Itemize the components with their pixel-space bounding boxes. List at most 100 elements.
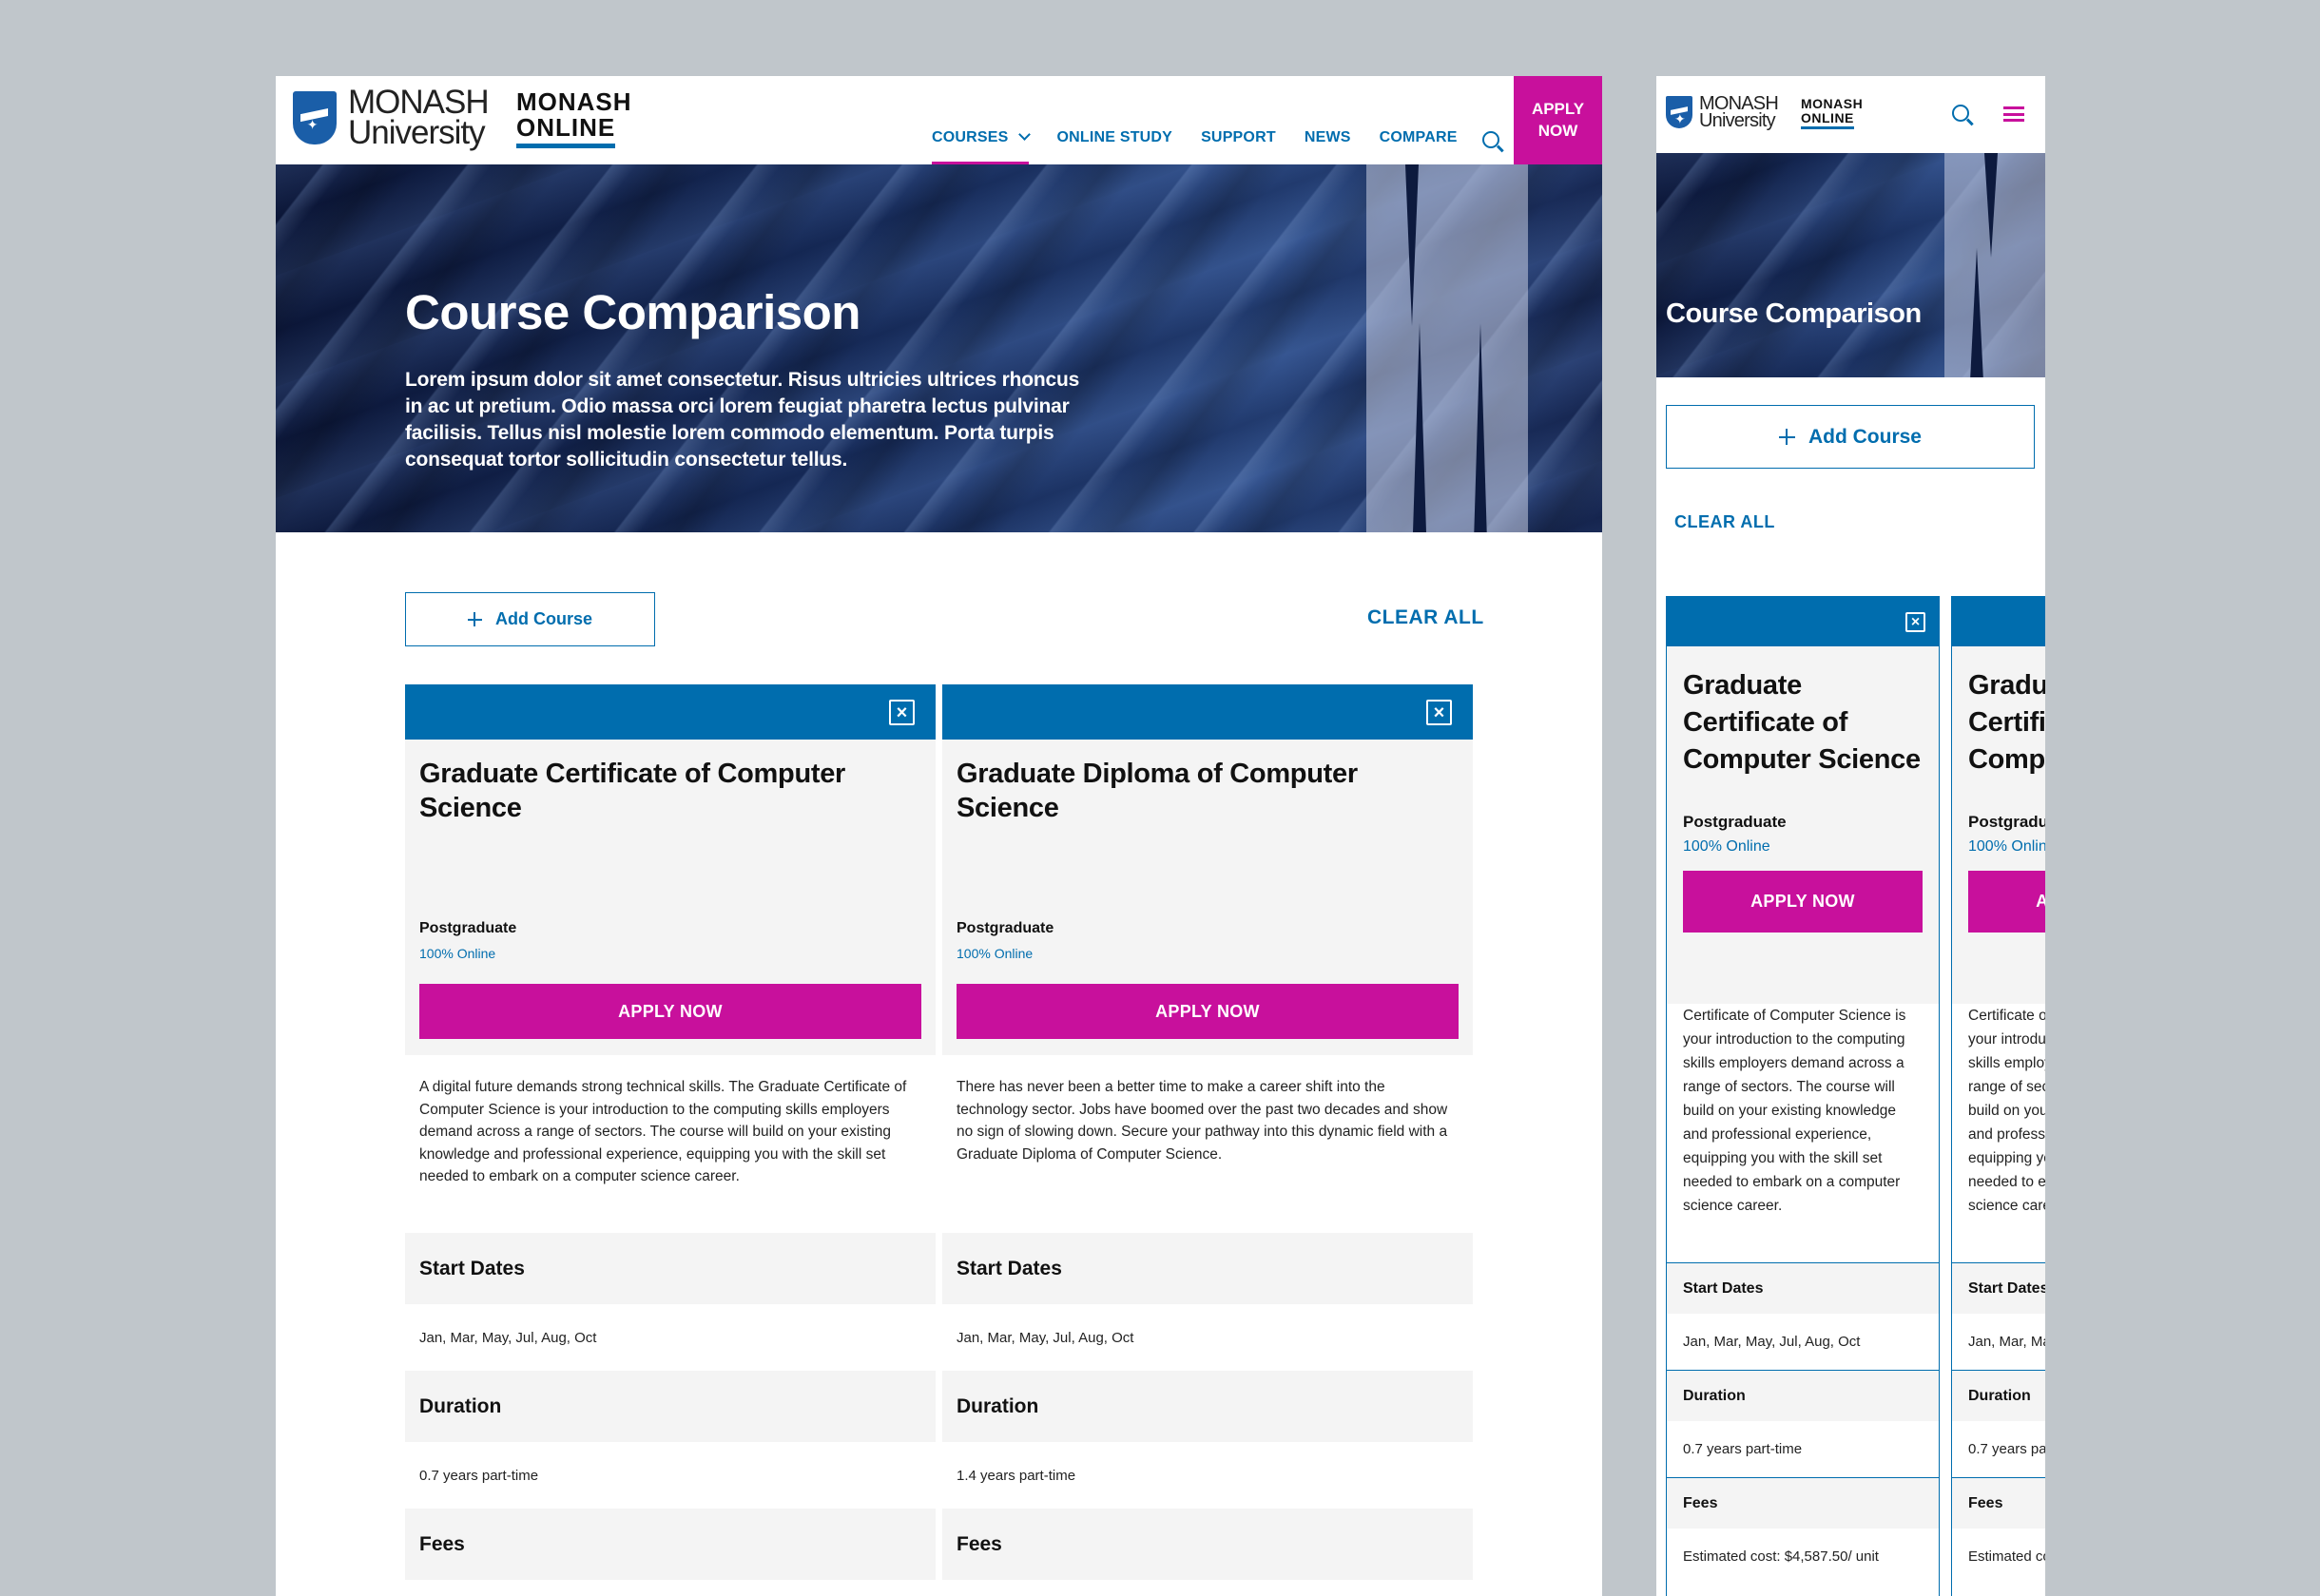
nav-support-label: SUPPORT — [1201, 129, 1276, 145]
fees-heading: Fees — [942, 1509, 1473, 1580]
close-icon[interactable]: × — [1905, 612, 1925, 632]
course-title: Graduate Certificate of Computer Science — [419, 759, 846, 823]
duration-value: 1.4 years part-time — [942, 1442, 1473, 1509]
plus-icon — [1778, 429, 1795, 445]
apply-line-2: NOW — [1537, 121, 1578, 140]
card-summary: Graduate Certificate of Computer Science… — [1952, 646, 2045, 1004]
fees-heading: Fees — [1952, 1478, 2045, 1529]
nav-support[interactable]: SUPPORT — [1201, 129, 1276, 164]
start-dates-value: Jan, Mar, May, Jul, Aug, Oct — [1667, 1314, 1939, 1370]
desktop-frame: MONASH University MONASH ONLINE COURSES … — [276, 76, 1602, 1596]
plus-icon — [467, 612, 482, 626]
course-level: Postgraduate — [957, 920, 1054, 936]
nav-courses[interactable]: COURSES — [932, 128, 1031, 164]
nav-news[interactable]: NEWS — [1305, 129, 1351, 164]
apply-now-button[interactable]: APPLY NOW — [1683, 871, 1923, 933]
start-dates-value: Jan, Mar, May, Jul, Aug, Oct — [942, 1304, 1473, 1371]
card-summary: Graduate Diploma of Computer Science Pos… — [942, 740, 1473, 1055]
course-mode: 100% Online — [419, 946, 496, 961]
search-icon[interactable] — [1952, 105, 1969, 122]
course-title: Graduate Diploma of Computer Science — [957, 759, 1358, 823]
hero-decor — [1405, 164, 1419, 326]
apply-now-button[interactable]: APPLY NOW — [957, 984, 1459, 1039]
nav-news-label: NEWS — [1304, 129, 1351, 145]
nav-compare-label: COMPARE — [1379, 129, 1458, 145]
close-icon[interactable]: × — [889, 700, 915, 725]
add-course-label: Add Course — [494, 609, 592, 628]
nav-online-study-label: ONLINE STUDY — [1056, 129, 1173, 145]
hero-decor — [1970, 248, 1983, 377]
hamburger-menu-icon[interactable] — [2003, 106, 2024, 122]
course-level: Postgraduate — [1683, 813, 1787, 831]
course-level: Postgraduate — [419, 920, 517, 936]
nav-courses-label: COURSES — [932, 129, 1009, 145]
fees-value: Estimated cost: $4,587.50/ unit — [1952, 1529, 2045, 1585]
course-mode: 100% Online — [1683, 838, 1770, 855]
chevron-down-icon — [1017, 128, 1031, 141]
clear-all-link[interactable]: CLEAR ALL — [1367, 606, 1484, 629]
card-summary: Graduate Certificate of Computer Science… — [1667, 646, 1939, 1004]
hero-decor — [1474, 323, 1487, 532]
apply-now-button[interactable]: APPLY NOW — [1968, 871, 2045, 933]
start-dates-value: Jan, Mar, May, Jul, Aug, Oct — [1952, 1314, 2045, 1370]
start-dates-heading: Start Dates — [1952, 1263, 2045, 1314]
duration-heading: Duration — [942, 1371, 1473, 1442]
add-course-button[interactable]: Add Course — [405, 592, 655, 646]
duration-value: 0.7 years part-time — [1952, 1421, 2045, 1477]
monash-crest-icon — [1666, 96, 1692, 129]
card-header-bar — [1952, 597, 2045, 646]
duration-heading: Duration — [1667, 1371, 1939, 1421]
nav-online-study[interactable]: ONLINE STUDY — [1057, 129, 1173, 164]
duration-value: 0.7 years part-time — [1667, 1421, 1939, 1477]
start-dates-heading: Start Dates — [942, 1233, 1473, 1304]
card-header-bar: × — [942, 684, 1473, 740]
online-logo-line-1: MONASH — [516, 87, 632, 116]
course-card-peek: Graduate Certificate of Computer Science… — [1951, 596, 2045, 1596]
hero-banner: Course Comparison — [1656, 153, 2045, 377]
hero-banner: Course Comparison Lorem ipsum dolor sit … — [276, 164, 1602, 532]
course-title: Graduate Certificate of Computer Science — [1968, 670, 2045, 775]
course-mode: 100% Online — [1968, 838, 2045, 855]
course-card: × Graduate Certificate of Computer Scien… — [1666, 596, 1940, 1596]
hero-overlay-stripe — [1366, 164, 1528, 532]
hero-decor — [1984, 153, 1998, 258]
duration-heading: Duration — [1952, 1371, 2045, 1421]
start-dates-value: Jan, Mar, May, Jul, Aug, Oct — [405, 1304, 936, 1371]
fees-value: Estimated cost: $4,587.50/ unit — [1667, 1529, 1939, 1585]
fees-heading: Fees — [405, 1509, 936, 1580]
monash-crest-icon — [293, 91, 337, 145]
card-summary: Graduate Certificate of Computer Science… — [405, 740, 936, 1055]
duration-heading: Duration — [405, 1371, 936, 1442]
page-title: Course Comparison — [405, 285, 860, 339]
monash-online-logo[interactable]: MONASH ONLINE — [1801, 96, 1864, 130]
online-logo-line-1: MONASH — [1801, 96, 1864, 111]
apply-line-1: APPLY — [1531, 100, 1585, 118]
course-level: Postgraduate — [1968, 813, 2045, 831]
add-course-button[interactable]: Add Course — [1666, 405, 2035, 469]
hero-decor — [1413, 323, 1426, 532]
close-icon[interactable]: × — [1426, 700, 1452, 725]
course-description: A digital future demands strong technica… — [419, 1079, 907, 1184]
course-description: There has never been a better time to ma… — [957, 1079, 1448, 1163]
clear-all-link[interactable]: CLEAR ALL — [1674, 512, 1775, 532]
card-header-bar: × — [1667, 597, 1939, 646]
start-dates-heading: Start Dates — [405, 1233, 936, 1304]
search-button[interactable] — [1481, 131, 1499, 166]
monash-university-logo[interactable]: MONASH University — [1666, 94, 1779, 131]
course-card: × Graduate Certificate of Computer Scien… — [405, 684, 936, 1596]
course-title: Graduate Certificate of Computer Science — [1683, 670, 1921, 775]
monash-university-logo[interactable]: MONASH University — [293, 86, 490, 149]
course-mode: 100% Online — [957, 946, 1034, 961]
nav-compare[interactable]: COMPARE — [1380, 129, 1458, 164]
card-header-bar: × — [405, 684, 936, 740]
mobile-header: MONASH University MONASH ONLINE — [1656, 76, 2045, 153]
search-icon — [1481, 131, 1499, 148]
header-apply-now-button[interactable]: APPLY NOW — [1514, 76, 1602, 164]
mobile-frame: MONASH University MONASH ONLINE Course C… — [1656, 76, 2045, 1596]
monash-online-logo[interactable]: MONASH ONLINE — [516, 87, 632, 148]
site-header: MONASH University MONASH ONLINE COURSES … — [276, 76, 1602, 164]
online-logo-line-2: ONLINE — [516, 115, 616, 148]
duration-value: 0.7 years part-time — [405, 1442, 936, 1509]
hero-intro-text: Lorem ipsum dolor sit amet consectetur. … — [405, 369, 1080, 471]
apply-now-button[interactable]: APPLY NOW — [419, 984, 921, 1039]
